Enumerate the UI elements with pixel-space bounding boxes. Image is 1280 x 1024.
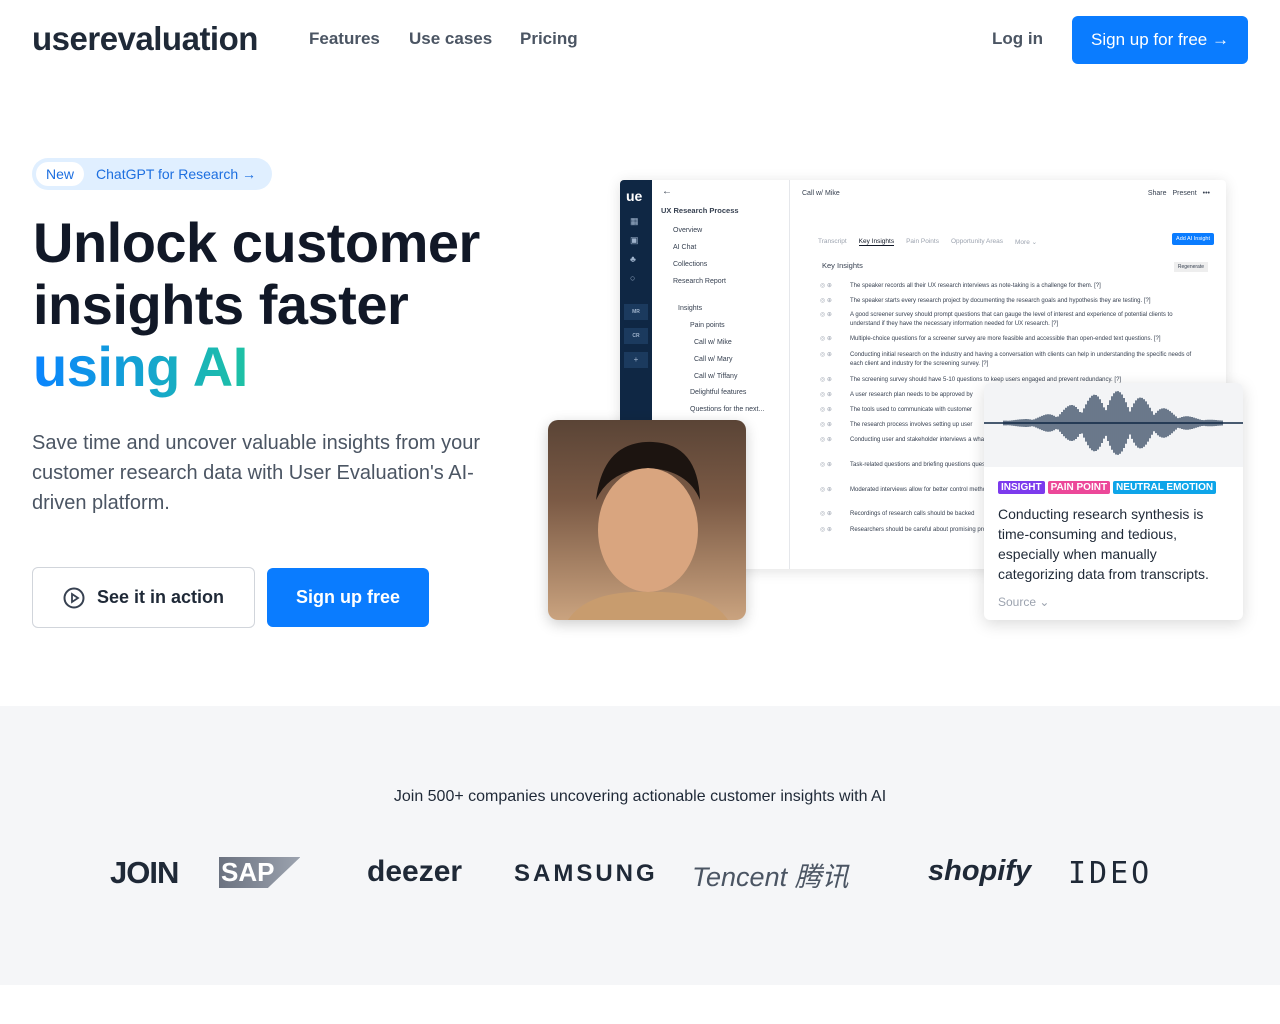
rail-add: + xyxy=(624,352,648,368)
logo-deezer: deezer xyxy=(367,855,463,888)
back-icon: ← xyxy=(662,186,672,197)
eye-icon: ◎ ⊕ xyxy=(820,312,832,318)
login-link[interactable]: Log in xyxy=(992,29,1043,49)
app-logo: ue xyxy=(626,188,643,204)
tree-delightful: Delightful features xyxy=(690,389,747,396)
new-badge: New xyxy=(36,162,85,186)
insight-row: ◎ ⊕ Conducting initial research on the in… xyxy=(820,351,1200,369)
insight-row: ◎ ⊕ The speaker records all their UX rese… xyxy=(820,282,1200,291)
see-in-action-button[interactable]: See it in action xyxy=(32,567,255,628)
tree-questions: Questions for the next... xyxy=(690,406,765,413)
title-line-3: using AI xyxy=(33,335,248,398)
eye-icon: ◎ ⊕ xyxy=(820,407,832,413)
logo-tencent: Tencent 腾讯 xyxy=(692,862,849,892)
rail-badge-mr: MR xyxy=(624,304,648,320)
hero-lead: Save time and uncover valuable insights … xyxy=(32,432,481,514)
tree-call-mike: Call w/ Mike xyxy=(694,339,732,346)
tree-overview: Overview xyxy=(673,227,703,234)
eye-icon: ◎ ⊕ xyxy=(820,377,832,383)
signup-header-button[interactable]: Sign up for free → xyxy=(1072,16,1248,64)
card-quote: Conducting research synthesis is time-co… xyxy=(998,506,1209,582)
eye-icon: ◎ ⊕ xyxy=(820,462,832,468)
nav-features[interactable]: Features xyxy=(309,29,380,49)
tree-insights: Insights xyxy=(678,305,703,312)
tag-pain-point: PAIN POINT xyxy=(1047,481,1111,494)
section-title: Key Insights xyxy=(822,261,863,270)
logo-shopify: shopify xyxy=(928,855,1032,887)
tab-opportunity: Opportunity Areas xyxy=(950,238,1003,245)
logo-join: JOIN xyxy=(110,855,179,890)
tag-insight: INSIGHT xyxy=(998,481,1045,494)
share-button: Share xyxy=(1147,190,1167,197)
title-line-2: insights faster xyxy=(33,273,409,336)
logo-ideo: IDEO xyxy=(1068,856,1153,891)
eye-icon: ◎ ⊕ xyxy=(820,422,832,428)
logo[interactable]: userevaluation xyxy=(32,20,258,58)
insight-text: Conducting initial research on the indus… xyxy=(850,352,1192,367)
eye-icon: ◎ ⊕ xyxy=(820,511,832,517)
insight-text: The speaker records all their UX researc… xyxy=(850,283,1101,289)
insight-text: The speaker starts every research projec… xyxy=(850,298,1151,304)
regenerate-button: Regenerate xyxy=(1173,262,1208,272)
tree-call-mary: Call w/ Mary xyxy=(694,356,733,363)
play-icon xyxy=(63,587,85,608)
tag-row: INSIGHT PAIN POINT NEUTRAL EMOTION xyxy=(998,481,1217,494)
rail-badge-cr: CR xyxy=(624,328,648,344)
title-line-1: Unlock customer xyxy=(33,211,480,274)
tree-call-tiffany: Call w/ Tiffany xyxy=(694,373,738,380)
person-image xyxy=(568,441,728,620)
logo-samsung: SAMSUNG xyxy=(514,860,658,887)
announcement-badge[interactable]: New ChatGPT for Research → xyxy=(32,158,272,190)
insight-row: ◎ ⊕ Multiple-choice questions for a scree… xyxy=(820,335,1200,344)
insight-row: ◎ ⊕ The speaker starts every research pro… xyxy=(820,297,1200,306)
badge-link: ChatGPT for Research → xyxy=(96,166,257,182)
insight-card: INSIGHT PAIN POINT NEUTRAL EMOTION Conduct… xyxy=(984,383,1243,620)
tree-research-report: Research Report xyxy=(673,278,726,285)
insight-text: Multiple-choice questions for a screener… xyxy=(850,336,1161,342)
social-caption: Join 500+ companies uncovering actionabl… xyxy=(393,788,887,805)
tab-key-insights: Key Insights xyxy=(858,238,895,246)
video-thumbnail xyxy=(548,420,746,620)
project-title: UX Research Process xyxy=(661,206,739,215)
tab-more: More ⌄ xyxy=(1015,239,1038,246)
tag-neutral-emotion: NEUTRAL EMOTION xyxy=(1113,481,1217,494)
hero-title: Unlock customer insights faster using AI xyxy=(33,212,480,398)
tab-transcript: Transcript xyxy=(818,238,847,245)
tab-pain-points: Pain Points xyxy=(906,238,939,245)
social-proof: Join 500+ companies uncovering actionabl… xyxy=(0,706,1280,985)
tree-pain-points: Pain points xyxy=(690,322,725,329)
eye-icon: ◎ ⊕ xyxy=(820,283,832,289)
eye-icon: ◎ ⊕ xyxy=(820,352,832,358)
present-button: Present xyxy=(1172,190,1197,197)
insight-row: ◎ ⊕ A good screener survey should prompt … xyxy=(820,311,1200,329)
doc-tabs: Transcript Key Insights Pain Points Oppo… xyxy=(818,238,1037,246)
insight-text: A good screener survey should prompt que… xyxy=(850,312,1173,327)
tree-ai-chat: AI Chat xyxy=(673,244,697,251)
see-in-action-label: See it in action xyxy=(96,587,225,607)
source-toggle[interactable]: Source ⌄ xyxy=(998,595,1049,609)
eye-icon: ◎ ⊕ xyxy=(820,437,832,443)
eye-icon: ◎ ⊕ xyxy=(820,487,832,493)
nav-use-cases[interactable]: Use cases xyxy=(409,29,492,49)
nav-pricing[interactable]: Pricing xyxy=(520,29,578,49)
signup-free-button[interactable]: Sign up free xyxy=(267,568,429,627)
eye-icon: ◎ ⊕ xyxy=(820,298,832,304)
add-ai-insight-button: Add AI Insight xyxy=(1172,233,1214,245)
doc-title: Call w/ Mike xyxy=(802,190,840,197)
eye-icon: ◎ ⊕ xyxy=(820,527,832,533)
waveform xyxy=(984,383,1243,467)
eye-icon: ◎ ⊕ xyxy=(820,336,832,342)
more-icon: ••• xyxy=(1202,190,1210,197)
eye-icon: ◎ ⊕ xyxy=(820,392,832,398)
tree-collections: Collections xyxy=(673,261,708,268)
